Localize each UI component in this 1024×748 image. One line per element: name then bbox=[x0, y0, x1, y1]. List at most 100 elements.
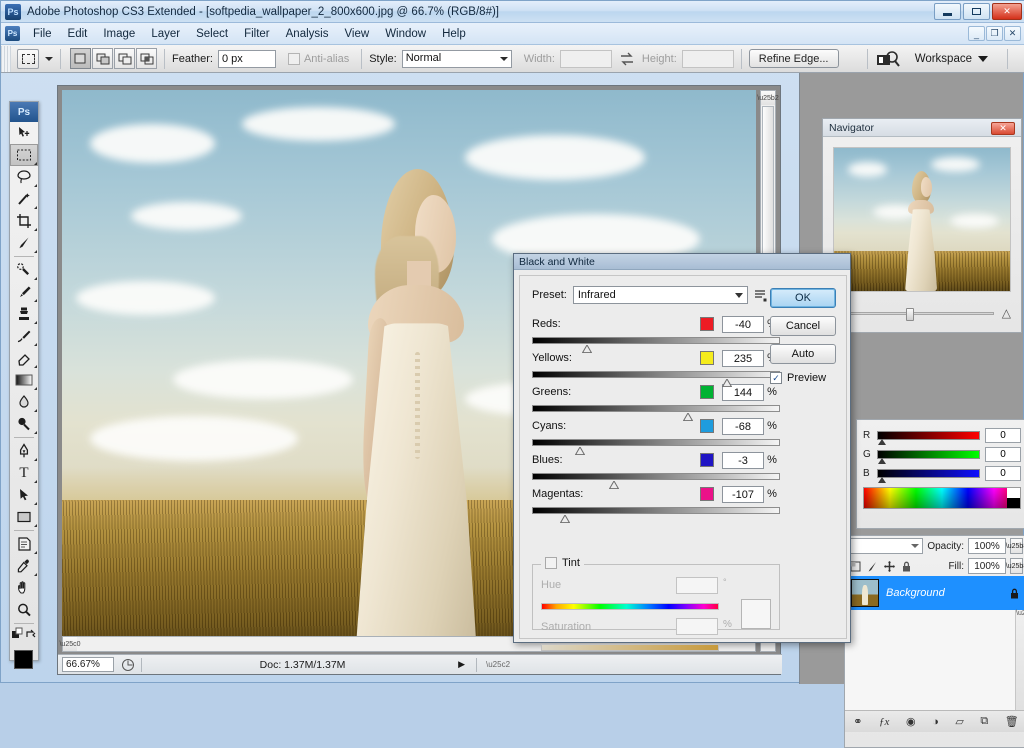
menu-item-layer[interactable]: Layer bbox=[143, 26, 188, 42]
color-slider-knob-b[interactable] bbox=[878, 477, 886, 483]
workspace-button[interactable]: Workspace bbox=[915, 53, 988, 65]
width-input[interactable] bbox=[560, 50, 612, 68]
color-value-g[interactable]: 0 bbox=[985, 447, 1021, 462]
menu-item-filter[interactable]: Filter bbox=[236, 26, 278, 42]
status-resize-grip-icon[interactable] bbox=[120, 657, 136, 673]
layer-thumbnail[interactable] bbox=[851, 579, 879, 607]
dodge-tool[interactable] bbox=[10, 413, 38, 435]
healing-brush-tool[interactable] bbox=[10, 259, 38, 281]
delete-layer-icon[interactable]: 🗑 bbox=[1005, 715, 1019, 728]
lock-position-icon[interactable] bbox=[883, 560, 896, 573]
gradient-tool[interactable] bbox=[10, 369, 38, 391]
menu-item-window[interactable]: Window bbox=[377, 26, 434, 42]
channel-slider-cyans[interactable] bbox=[532, 439, 780, 446]
ok-button[interactable]: OK bbox=[770, 288, 836, 308]
channel-slider-magentas[interactable] bbox=[532, 507, 780, 514]
preset-select[interactable]: Infrared bbox=[573, 286, 748, 304]
menu-item-help[interactable]: Help bbox=[434, 26, 474, 42]
go-to-bridge-icon[interactable] bbox=[875, 49, 901, 69]
eyedropper-tool[interactable] bbox=[10, 555, 38, 577]
move-tool[interactable] bbox=[10, 122, 38, 144]
document-close-button[interactable]: ✕ bbox=[1004, 26, 1021, 41]
rectangular-marquee-tool[interactable] bbox=[10, 144, 38, 166]
saturation-slider[interactable] bbox=[541, 644, 719, 651]
brush-tool[interactable] bbox=[10, 281, 38, 303]
blur-tool[interactable] bbox=[10, 391, 38, 413]
height-input[interactable] bbox=[682, 50, 734, 68]
feather-input[interactable]: 0 px bbox=[218, 50, 276, 68]
lasso-tool[interactable] bbox=[10, 166, 38, 188]
menu-item-image[interactable]: Image bbox=[95, 26, 143, 42]
color-slider-knob-g[interactable] bbox=[878, 458, 886, 464]
tool-preset-chevron-down-icon[interactable] bbox=[45, 57, 53, 61]
menu-item-select[interactable]: Select bbox=[188, 26, 236, 42]
options-bar-grip[interactable] bbox=[1, 46, 11, 72]
layer-style-fx-icon[interactable]: ƒx bbox=[879, 716, 889, 728]
layers-scroll-up-arrow-icon[interactable]: \u25b2 bbox=[1016, 610, 1024, 617]
channel-slider-knob-greens[interactable] bbox=[683, 413, 693, 421]
channel-value-cyans[interactable]: -68 bbox=[722, 418, 764, 435]
scroll-up-arrow-icon[interactable]: \u25b2 bbox=[761, 91, 775, 105]
new-group-icon[interactable]: ▱ bbox=[955, 715, 963, 728]
preview-checkbox[interactable]: ✓ bbox=[770, 372, 782, 384]
navigator-zoom-knob[interactable] bbox=[906, 308, 914, 321]
color-value-b[interactable]: 0 bbox=[985, 466, 1021, 481]
color-value-r[interactable]: 0 bbox=[985, 428, 1021, 443]
opacity-stepper[interactable]: \u25b8 bbox=[1010, 538, 1023, 554]
intersect-selection-button[interactable] bbox=[136, 48, 157, 69]
auto-button[interactable]: Auto bbox=[770, 344, 836, 364]
anti-alias-checkbox[interactable] bbox=[288, 53, 300, 65]
type-tool[interactable]: T bbox=[10, 462, 38, 484]
navigator-zoom-track[interactable] bbox=[848, 312, 994, 315]
zoom-in-icon[interactable]: △ bbox=[1002, 306, 1011, 320]
channel-slider-knob-yellows[interactable] bbox=[722, 379, 732, 387]
navigator-close-button[interactable]: ✕ bbox=[991, 122, 1015, 135]
channel-slider-reds[interactable] bbox=[532, 337, 780, 344]
history-brush-tool[interactable] bbox=[10, 325, 38, 347]
tools-palette-header[interactable]: Ps bbox=[10, 102, 38, 122]
white-swatch[interactable] bbox=[1007, 488, 1020, 498]
channel-slider-greens[interactable] bbox=[532, 405, 780, 412]
adjustment-layer-icon[interactable]: ◑ bbox=[932, 716, 939, 728]
add-to-selection-button[interactable] bbox=[92, 48, 113, 69]
color-slider-g[interactable] bbox=[877, 450, 980, 459]
path-selection-tool[interactable] bbox=[10, 484, 38, 506]
swap-dimensions-icon[interactable] bbox=[618, 52, 636, 66]
color-swatches[interactable] bbox=[10, 646, 38, 688]
color-slider-knob-r[interactable] bbox=[878, 439, 886, 445]
layers-list-empty-area[interactable]: \u25b2 bbox=[845, 610, 1024, 710]
channel-slider-knob-blues[interactable] bbox=[609, 481, 619, 489]
notes-tool[interactable] bbox=[10, 533, 38, 555]
menu-item-view[interactable]: View bbox=[336, 26, 377, 42]
style-select[interactable]: Normal bbox=[402, 50, 512, 68]
window-maximize-button[interactable] bbox=[963, 3, 990, 20]
hue-slider[interactable] bbox=[541, 603, 719, 610]
black-swatch[interactable] bbox=[1007, 498, 1020, 508]
layers-scrollbar[interactable]: \u25b2 bbox=[1015, 610, 1024, 710]
channel-value-blues[interactable]: -3 bbox=[722, 452, 764, 469]
menu-item-file[interactable]: File bbox=[25, 26, 60, 42]
document-minimize-button[interactable]: _ bbox=[968, 26, 985, 41]
marquee-tool-icon[interactable] bbox=[17, 49, 39, 69]
hand-tool[interactable] bbox=[10, 577, 38, 599]
channel-value-reds[interactable]: -40 bbox=[722, 316, 764, 333]
cancel-button[interactable]: Cancel bbox=[770, 316, 836, 336]
opacity-input[interactable]: 100% bbox=[968, 538, 1006, 554]
channel-slider-knob-cyans[interactable] bbox=[575, 447, 585, 455]
rectangle-shape-tool[interactable] bbox=[10, 506, 38, 528]
menu-item-edit[interactable]: Edit bbox=[60, 26, 96, 42]
preset-options-icon[interactable] bbox=[754, 288, 768, 302]
link-layers-icon[interactable]: ⚭ bbox=[853, 715, 862, 728]
channel-slider-knob-magentas[interactable] bbox=[560, 515, 570, 523]
crop-tool[interactable] bbox=[10, 210, 38, 232]
dialog-title-bar[interactable]: Black and White bbox=[514, 254, 850, 270]
slice-tool[interactable] bbox=[10, 232, 38, 254]
color-spectrum-ramp[interactable] bbox=[863, 487, 1021, 509]
new-selection-button[interactable] bbox=[70, 48, 91, 69]
fill-stepper[interactable]: \u25b8 bbox=[1010, 558, 1023, 574]
magic-wand-tool[interactable] bbox=[10, 188, 38, 210]
clone-stamp-tool[interactable] bbox=[10, 303, 38, 325]
channel-value-magentas[interactable]: -107 bbox=[722, 486, 764, 503]
foreground-color-swatch[interactable] bbox=[14, 650, 33, 669]
scroll-left-arrow-icon[interactable]: \u25c0 bbox=[63, 637, 77, 651]
